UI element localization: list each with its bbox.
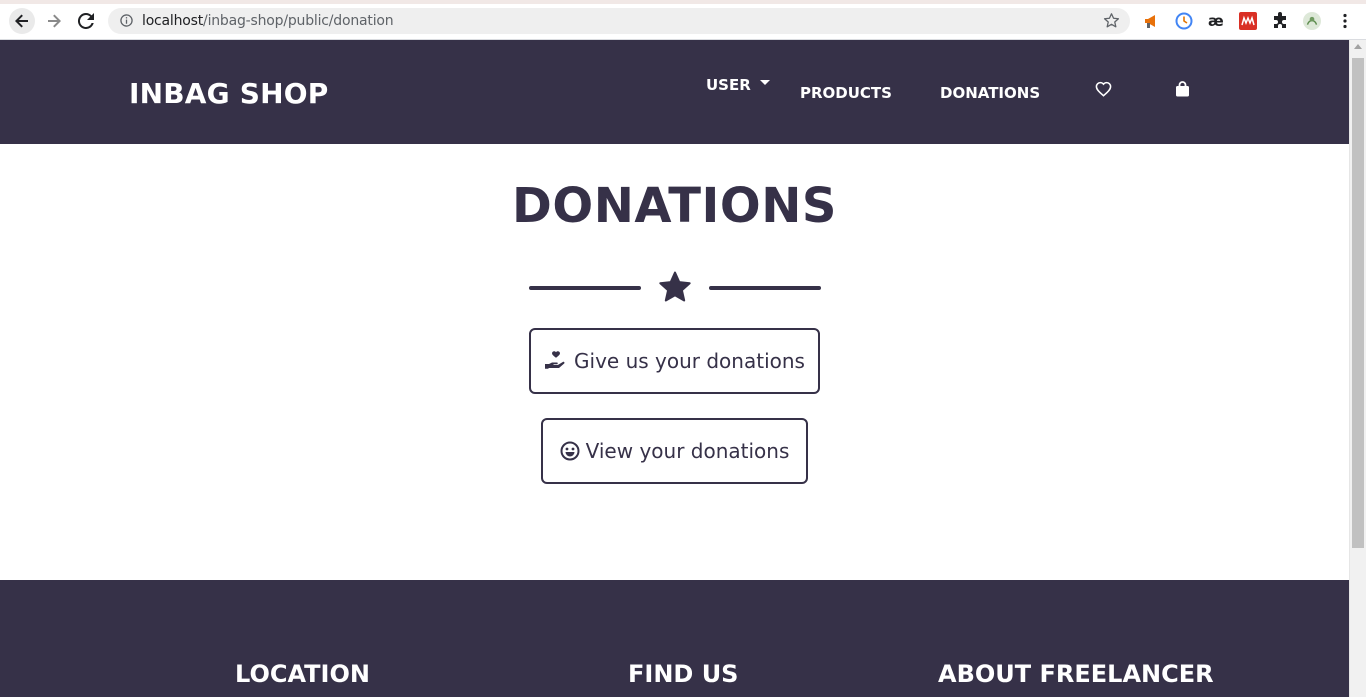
wishlist-heart-icon[interactable] (1094, 80, 1112, 98)
nav-user-label: USER (706, 76, 751, 94)
footer-about-heading: ABOUT FREELANCER (938, 660, 1214, 688)
divider-line-left (529, 286, 641, 290)
smile-icon (560, 441, 580, 461)
footer-location-heading: LOCATION (235, 660, 370, 688)
view-donations-button[interactable]: View your donations (541, 418, 808, 484)
hand-holding-heart-icon (544, 350, 568, 372)
caret-down-icon (759, 79, 770, 85)
svg-text:æ: æ (1208, 12, 1224, 30)
star-icon (659, 271, 691, 302)
divider-line-right (709, 286, 821, 290)
arrow-left-icon (15, 14, 28, 28)
info-icon[interactable] (120, 14, 133, 27)
site-footer: LOCATION FIND US ABOUT FREELANCER (0, 580, 1349, 697)
tab-strip-edge (0, 0, 1366, 4)
give-donations-button[interactable]: Give us your donations (529, 328, 820, 394)
page-title: DONATIONS (512, 178, 837, 234)
clock-extension-icon[interactable] (1175, 12, 1193, 30)
scroll-up-arrow-icon[interactable] (1354, 44, 1362, 49)
page-scrollbar[interactable] (1349, 40, 1366, 697)
profile-avatar-icon[interactable] (1303, 12, 1321, 30)
nav-products-link[interactable]: PRODUCTS (800, 84, 892, 102)
reload-icon (78, 13, 94, 29)
bookmark-star-icon[interactable] (1103, 12, 1120, 29)
megaphone-extension-icon[interactable] (1143, 12, 1161, 30)
shopping-bag-icon[interactable] (1173, 80, 1191, 98)
puzzle-extensions-icon[interactable] (1271, 12, 1289, 30)
footer-find-us-heading: FIND US (628, 660, 739, 688)
scrollbar-thumb[interactable] (1352, 58, 1364, 548)
view-donations-label: View your donations (585, 439, 790, 463)
url-text[interactable]: localhost/inbag-shop/public/donation (142, 13, 394, 29)
give-donations-label: Give us your donations (574, 349, 805, 373)
browser-toolbar: localhost/inbag-shop/public/donation æ (0, 0, 1366, 40)
url-path: /inbag-shop/public/donation (203, 13, 394, 29)
nav-donations-link[interactable]: DONATIONS (940, 84, 1040, 102)
more-menu-icon[interactable] (1336, 12, 1354, 30)
address-bar[interactable]: localhost/inbag-shop/public/donation (108, 8, 1130, 34)
url-host: localhost (142, 13, 204, 29)
reload-button[interactable] (73, 8, 99, 34)
back-button[interactable] (9, 8, 35, 34)
red-extension-icon[interactable] (1239, 12, 1257, 30)
ae-extension-icon[interactable]: æ (1207, 12, 1225, 30)
nav-user-dropdown[interactable]: USER (706, 76, 770, 94)
site-header: INBAG SHOP USER PRODUCTS DONATIONS (0, 40, 1349, 144)
brand-logo[interactable]: INBAG SHOP (129, 77, 329, 110)
forward-button[interactable] (41, 8, 67, 34)
arrow-right-icon (48, 14, 61, 28)
